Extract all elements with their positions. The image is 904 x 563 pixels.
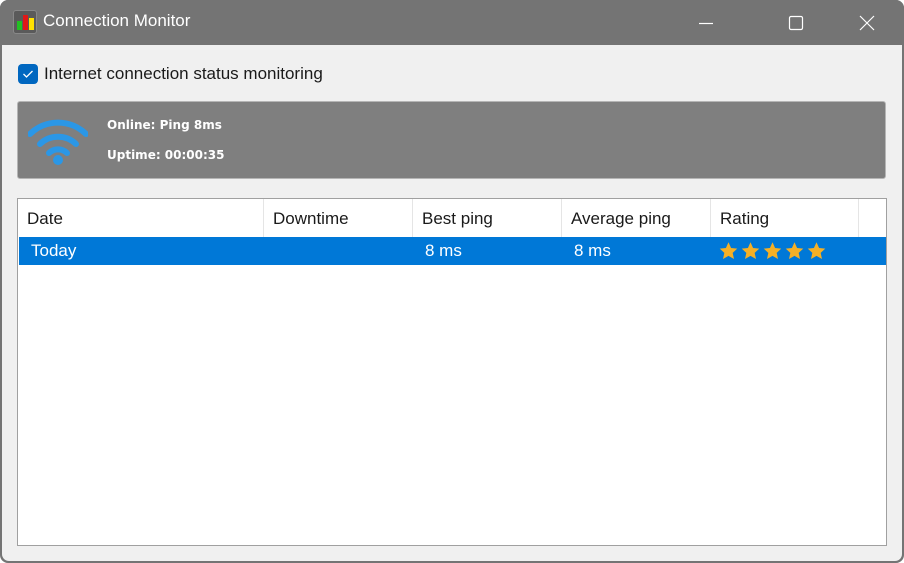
status-panel: Online: Ping 8ms Uptime: 00:00:35 [17,101,886,179]
column-header-rating[interactable]: Rating [711,199,859,237]
connection-monitor-window: Connection Monitor Internet connection s… [0,0,904,563]
wifi-icon [28,119,88,165]
star-icon [763,242,782,259]
column-header-downtime[interactable]: Downtime [264,199,413,237]
table-row[interactable]: Today 8 ms 8 ms [19,237,886,265]
minimize-button[interactable] [676,0,736,45]
window-title: Connection Monitor [43,11,191,30]
column-header-date[interactable]: Date [18,199,264,237]
checkmark-icon [23,70,33,78]
table-header: Date Downtime Best ping Average ping Rat… [18,199,886,237]
app-bar-chart-icon [13,10,37,34]
star-icon [719,242,738,259]
close-button[interactable] [837,0,897,45]
star-icon [785,242,804,259]
title-bar[interactable]: Connection Monitor [0,0,904,45]
monitoring-checkbox-row[interactable]: Internet connection status monitoring [18,64,323,84]
column-header-average-ping[interactable]: Average ping [562,199,711,237]
client-area: Internet connection status monitoring On… [2,45,902,561]
maximize-button[interactable] [766,0,826,45]
star-icon [807,242,826,259]
history-table[interactable]: Date Downtime Best ping Average ping Rat… [17,198,887,546]
cell-best-ping: 8 ms [425,241,462,260]
monitoring-checkbox-label: Internet connection status monitoring [44,64,323,83]
monitoring-checkbox[interactable] [18,64,38,84]
online-status-text: Online: Ping 8ms [107,118,222,132]
maximize-icon [788,15,804,30]
cell-date: Today [31,241,77,260]
close-icon [859,15,875,30]
cell-average-ping: 8 ms [574,241,611,260]
cell-rating [718,241,827,261]
column-header-best-ping[interactable]: Best ping [413,199,562,237]
star-icon [741,242,760,259]
uptime-text: Uptime: 00:00:35 [107,148,225,162]
minimize-icon [699,22,713,24]
